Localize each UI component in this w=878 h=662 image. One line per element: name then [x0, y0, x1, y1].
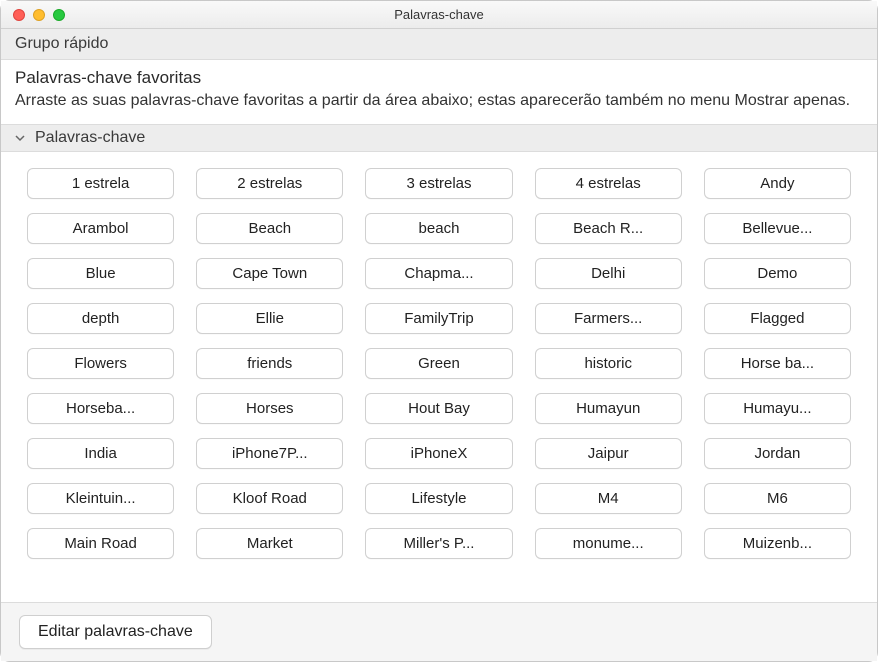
- keyword-chip[interactable]: Kleintuin...: [27, 483, 174, 514]
- keyword-chip[interactable]: Beach: [196, 213, 343, 244]
- keyword-chip[interactable]: Andy: [704, 168, 851, 199]
- footer: Editar palavras-chave: [1, 602, 877, 661]
- keyword-chip[interactable]: Miller's P...: [365, 528, 512, 559]
- keyword-chip[interactable]: historic: [535, 348, 682, 379]
- keyword-chip[interactable]: Muizenb...: [704, 528, 851, 559]
- keyword-chip[interactable]: 2 estrelas: [196, 168, 343, 199]
- keyword-chip[interactable]: India: [27, 438, 174, 469]
- keyword-chip[interactable]: Jordan: [704, 438, 851, 469]
- keyword-chip[interactable]: Horseba...: [27, 393, 174, 424]
- keyword-chip[interactable]: Lifestyle: [365, 483, 512, 514]
- chevron-down-icon: [15, 133, 25, 143]
- keyword-chip[interactable]: Bellevue...: [704, 213, 851, 244]
- edit-keywords-button[interactable]: Editar palavras-chave: [19, 615, 212, 649]
- keyword-chip[interactable]: monume...: [535, 528, 682, 559]
- quick-group-header: Grupo rápido: [1, 29, 877, 60]
- keyword-chip[interactable]: Main Road: [27, 528, 174, 559]
- keywords-header[interactable]: Palavras-chave: [1, 125, 877, 152]
- keyword-chip[interactable]: Blue: [27, 258, 174, 289]
- window-title: Palavras-chave: [1, 7, 877, 22]
- keyword-chip[interactable]: Horse ba...: [704, 348, 851, 379]
- close-icon[interactable]: [13, 9, 25, 21]
- keyword-chip[interactable]: Humayu...: [704, 393, 851, 424]
- traffic-lights: [1, 9, 65, 21]
- keyword-chip[interactable]: 1 estrela: [27, 168, 174, 199]
- keyword-chip[interactable]: Delhi: [535, 258, 682, 289]
- keyword-chip[interactable]: Horses: [196, 393, 343, 424]
- keyword-chip[interactable]: Cape Town: [196, 258, 343, 289]
- keyword-chip[interactable]: FamilyTrip: [365, 303, 512, 334]
- keyword-chip[interactable]: Ellie: [196, 303, 343, 334]
- keyword-grid: 1 estrela 2 estrelas 3 estrelas 4 estrelas A…: [1, 152, 877, 575]
- keyword-chip[interactable]: friends: [196, 348, 343, 379]
- keywords-label: Palavras-chave: [35, 129, 145, 147]
- minimize-icon[interactable]: [33, 9, 45, 21]
- keyword-chip[interactable]: Demo: [704, 258, 851, 289]
- keyword-chip[interactable]: beach: [365, 213, 512, 244]
- keyword-chip[interactable]: Market: [196, 528, 343, 559]
- favorites-title: Palavras-chave favoritas: [15, 68, 863, 88]
- keyword-chip[interactable]: depth: [27, 303, 174, 334]
- maximize-icon[interactable]: [53, 9, 65, 21]
- keyword-chip[interactable]: Chapma...: [365, 258, 512, 289]
- favorites-section: Palavras-chave favoritas Arraste as suas…: [1, 60, 877, 125]
- keyword-chip[interactable]: 4 estrelas: [535, 168, 682, 199]
- titlebar: Palavras-chave: [1, 1, 877, 29]
- keyword-chip[interactable]: Jaipur: [535, 438, 682, 469]
- keyword-chip[interactable]: iPhone7P...: [196, 438, 343, 469]
- keyword-chip[interactable]: Flagged: [704, 303, 851, 334]
- quick-group-label: Grupo rápido: [15, 35, 108, 52]
- keyword-chip[interactable]: M6: [704, 483, 851, 514]
- favorites-description: Arraste as suas palavras-chave favoritas…: [15, 90, 863, 112]
- keyword-chip[interactable]: 3 estrelas: [365, 168, 512, 199]
- keyword-chip[interactable]: Flowers: [27, 348, 174, 379]
- keyword-chip[interactable]: iPhoneX: [365, 438, 512, 469]
- keyword-chip[interactable]: Kloof Road: [196, 483, 343, 514]
- keyword-chip[interactable]: Beach R...: [535, 213, 682, 244]
- keyword-chip[interactable]: Arambol: [27, 213, 174, 244]
- keyword-chip[interactable]: Farmers...: [535, 303, 682, 334]
- keyword-chip[interactable]: M4: [535, 483, 682, 514]
- keyword-chip[interactable]: Humayun: [535, 393, 682, 424]
- keyword-chip[interactable]: Green: [365, 348, 512, 379]
- keyword-chip[interactable]: Hout Bay: [365, 393, 512, 424]
